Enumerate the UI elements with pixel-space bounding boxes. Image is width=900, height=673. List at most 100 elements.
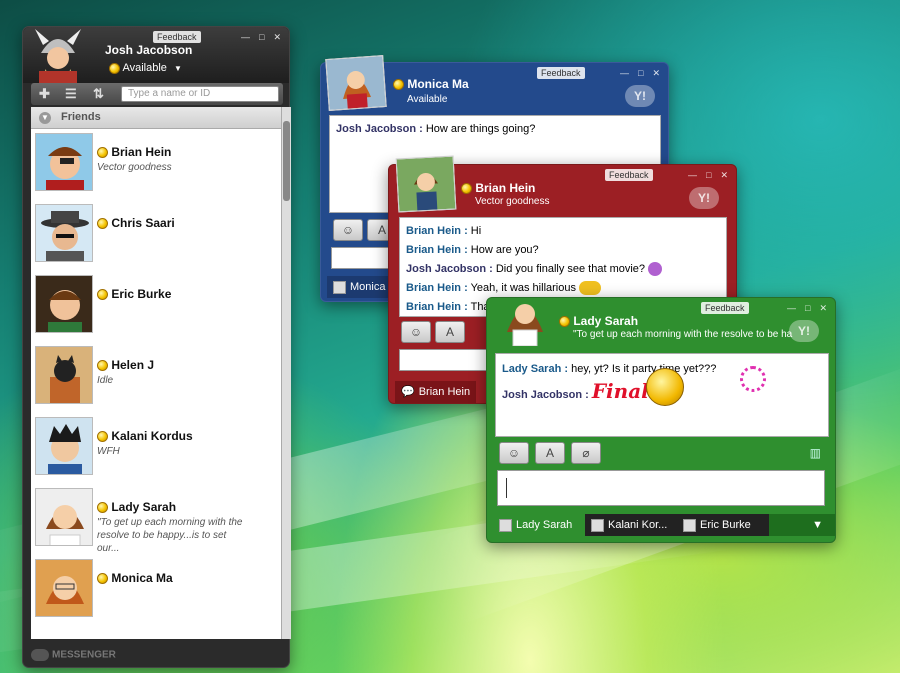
tab-eric-burke[interactable]: Eric Burke [677,514,769,536]
message-input[interactable] [331,247,391,269]
contact-avatar [35,275,93,333]
message-row: Brian Hein : How are you? [406,244,539,256]
chat-contact-name: Lady Sarah [573,314,639,328]
contact-status-message: Vector goodness [97,162,172,173]
message-row: Josh Jacobson : Did you finally see that… [406,260,720,279]
contact-avatar [325,55,387,111]
maximize-icon[interactable]: □ [805,303,810,314]
message-row: Josh Jacobson : How are things going? [336,123,536,135]
message-input[interactable] [497,470,825,506]
sort-icon[interactable]: ⇅ [93,86,104,102]
contact-item[interactable]: Monica Ma [31,555,281,626]
contact-item[interactable]: Brian Hein Vector goodness [31,129,281,200]
chat-tabs: 💬 Brian Hein [395,381,485,403]
chat-contact-status: Available [407,94,448,105]
chat-contact-name: Brian Hein [475,181,536,195]
status-icon [97,502,108,514]
window-controls: — □ ✕ [620,68,660,79]
contact-avatar [35,488,93,546]
list-toolbar: ✚ ☰ ⇅ Type a name or ID [31,83,283,105]
resize-grip-icon[interactable]: ▥ [810,446,821,460]
emoticon-button[interactable]: ☺ [499,442,529,464]
yahoo-logo-icon: Y! [625,85,655,107]
contact-avatar-mini [591,518,604,532]
status-icon [97,147,108,159]
maximize-icon[interactable]: □ [259,32,264,43]
messenger-footer: MESSENGER [31,649,116,661]
status-icon [97,431,108,443]
minimize-icon[interactable]: — [620,68,629,79]
scrollbar-thumb[interactable] [283,121,290,201]
contact-name: Monica Ma [111,571,173,585]
maximize-icon[interactable]: □ [638,68,643,79]
contact-name: Lady Sarah [111,500,177,514]
emoticon-button[interactable]: ☺ [401,321,431,343]
contact-avatar [35,559,93,617]
minimize-icon[interactable]: — [241,32,250,43]
close-icon[interactable]: ✕ [819,303,827,314]
font-button[interactable]: A [435,321,465,343]
window-controls: — □ ✕ [688,170,728,181]
list-view-icon[interactable]: ☰ [65,86,77,102]
font-button[interactable]: A [535,442,565,464]
contact-name: Helen J [111,358,155,372]
contact-name: Brian Hein [111,145,172,159]
add-contact-icon[interactable]: ✚ [39,86,50,102]
contact-avatar-mini [683,518,696,532]
tab-monica[interactable]: Monica [327,276,392,298]
contact-avatar [35,417,93,475]
contact-avatar-mini [499,518,512,532]
user-avatar[interactable] [29,27,87,83]
contact-list-scrollbar[interactable] [281,107,291,639]
contact-status-message: WFH [97,446,120,457]
close-icon[interactable]: ✕ [273,32,281,43]
contact-avatar [35,133,93,191]
status-icon [559,316,570,328]
tab-brian-hein[interactable]: 💬 Brian Hein [395,381,477,403]
status-selector[interactable]: Available ▼ [109,62,182,74]
contact-avatar [35,346,93,404]
maximize-icon[interactable]: □ [706,170,711,181]
chevron-down-icon: ▼ [173,64,182,73]
feedback-button[interactable]: Feedback [605,169,653,181]
chat-tabs: Monica [327,276,397,298]
minimize-icon[interactable]: — [688,170,697,181]
attachment-button[interactable]: ⌀ [571,442,601,464]
message-input[interactable] [399,349,487,371]
contact-item[interactable]: Lady Sarah "To get up each morning with … [31,484,281,555]
feedback-button[interactable]: Feedback [153,31,201,43]
tab-kalani-kordus[interactable]: Kalani Kor... [585,514,677,536]
status-icon [97,360,108,372]
message-row: Brian Hein : Hi [406,225,482,237]
chat-tabs: Lady Sarah Kalani Kor... Eric Burke ▼ [493,514,835,536]
feedback-button[interactable]: Feedback [701,302,749,314]
devil-emoticon-icon [648,262,663,277]
close-icon[interactable]: ✕ [652,68,660,79]
close-icon[interactable]: ✕ [720,170,728,181]
message-row: Josh Jacobson : Finally [502,366,822,406]
contact-item[interactable]: Kalani Kordus WFH [31,413,281,484]
contact-item[interactable]: Eric Burke [31,271,281,342]
contact-item[interactable]: Helen J Idle [31,342,281,413]
message-history: Lady Sarah : hey, yt? Is it party time y… [495,353,829,437]
window-controls: — □ ✕ [787,303,827,314]
status-icon [461,183,472,195]
feedback-button[interactable]: Feedback [537,67,585,79]
window-controls: — □ ✕ [241,32,281,43]
tab-lady-sarah[interactable]: Lady Sarah [493,514,585,536]
user-name: Josh Jacobson [105,43,193,57]
emoticon-button[interactable]: ☺ [333,219,363,241]
contact-item[interactable]: Chris Saari [31,200,281,271]
chat-contact-status: Vector goodness [475,196,550,207]
contact-name: Eric Burke [111,287,172,301]
contact-list: ▼ Friends Brian Hein Vector goodness Chr… [31,107,281,639]
search-input[interactable]: Type a name or ID [121,86,279,102]
text-cursor [506,478,507,498]
minimize-icon[interactable]: — [787,303,796,314]
chat-contact-name: Monica Ma [407,77,469,91]
contact-status-message: Idle [97,375,114,386]
chat-window-lady-sarah: Lady Sarah "To get up each morning with … [486,297,836,543]
group-header-friends[interactable]: ▼ Friends [31,107,281,129]
finally-animated-emoticon-icon [646,368,684,406]
tab-overflow[interactable]: ▼ [769,514,829,536]
